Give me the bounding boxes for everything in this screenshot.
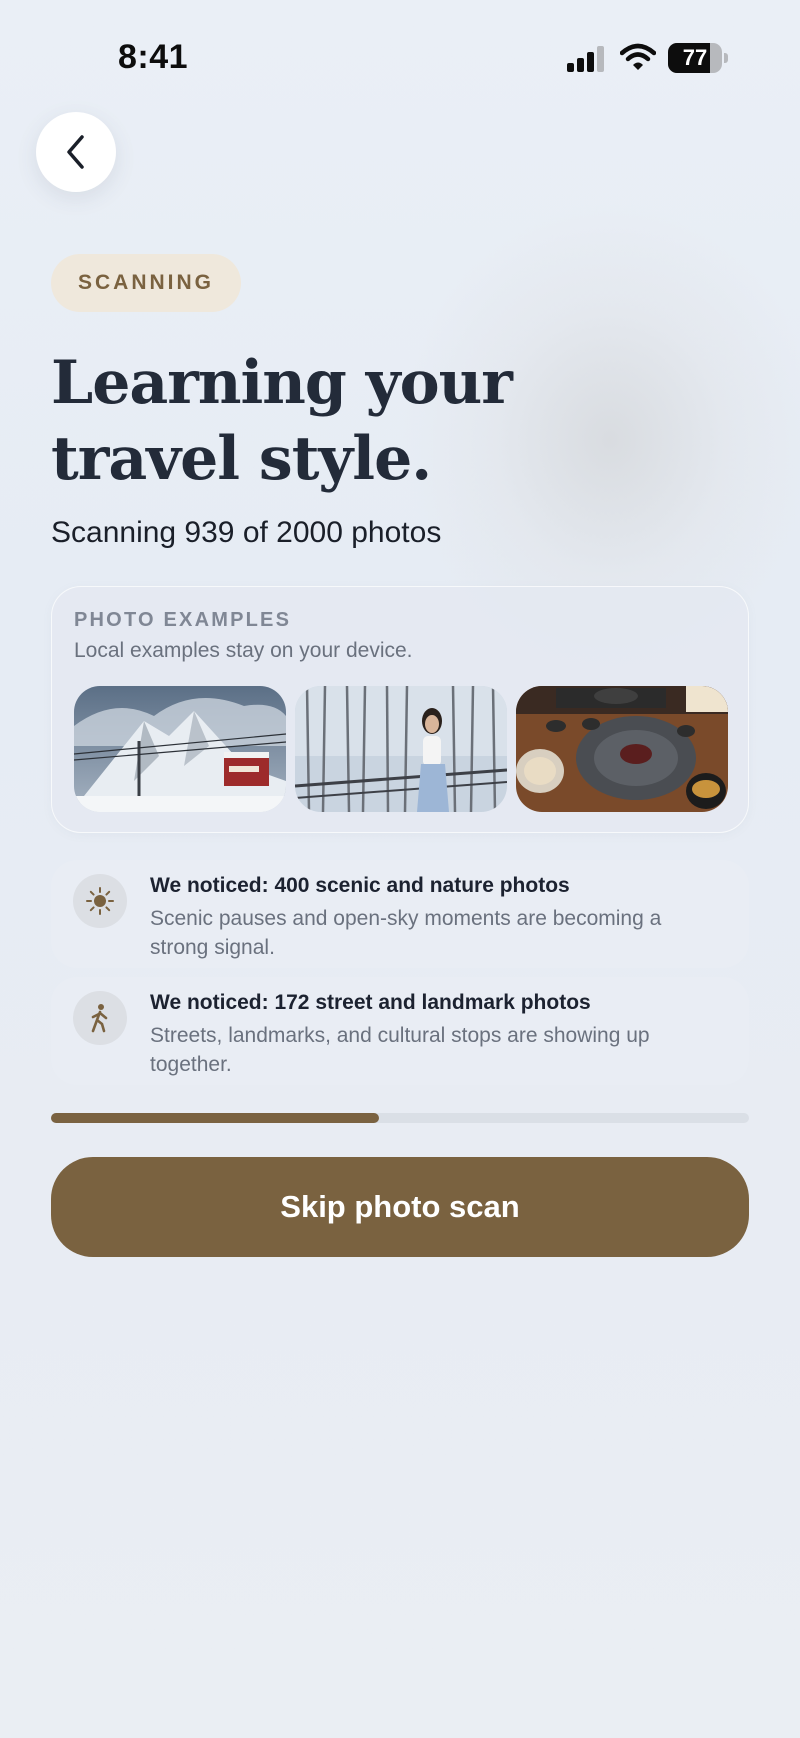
- person-in-snowy-forest-photo[interactable]: [295, 686, 507, 812]
- scan-progress-text: Scanning 939 of 2000 photos: [51, 516, 442, 549]
- insight-card: We noticed: 400 scenic and nature photos…: [51, 860, 749, 968]
- cellular-signal-icon: [567, 46, 604, 72]
- insight-body: Scenic pauses and open-sky moments are b…: [150, 907, 662, 959]
- skip-photo-scan-button[interactable]: Skip photo scan: [51, 1157, 749, 1257]
- photo-examples-card: PHOTO EXAMPLES Local examples stay on yo…: [51, 586, 749, 833]
- wifi-icon: [620, 43, 656, 70]
- walking-person-icon: [73, 991, 127, 1045]
- insight-title: We noticed: 400 scenic and nature photos: [150, 874, 570, 897]
- page-title-line: Learning your: [51, 348, 513, 418]
- back-button[interactable]: [36, 112, 116, 192]
- snowy-mountain-photo[interactable]: [74, 686, 286, 812]
- scan-progress-fill: [51, 1113, 380, 1123]
- photo-examples-subtitle: Local examples stay on your device.: [74, 639, 413, 662]
- chevron-left-icon: [67, 135, 84, 169]
- insight-title: We noticed: 172 street and landmark phot…: [150, 991, 591, 1014]
- battery-icon: 77: [668, 43, 728, 73]
- insight-body: Streets, landmarks, and cultural stops a…: [150, 1024, 650, 1076]
- battery-percent: 77: [682, 45, 708, 70]
- status-badge: SCANNING: [51, 254, 242, 312]
- page-title-line: travel style.: [51, 424, 432, 494]
- photo-examples-heading: PHOTO EXAMPLES: [74, 609, 292, 631]
- scan-progress-bar: [51, 1113, 749, 1123]
- insight-card: We noticed: 172 street and landmark phot…: [51, 977, 749, 1085]
- sun-icon: [73, 874, 127, 928]
- status-bar: 8:41 77: [0, 0, 800, 110]
- status-time: 8:41: [118, 38, 189, 76]
- dinner-table-photo[interactable]: [516, 686, 728, 812]
- page-title: Learning your travel style.: [51, 345, 611, 497]
